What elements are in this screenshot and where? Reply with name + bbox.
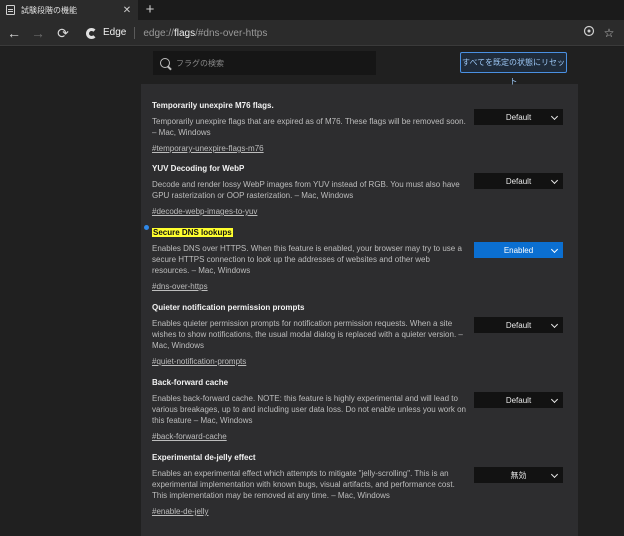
flag-entry: Experimental de-jelly effect Enables an … xyxy=(152,447,572,519)
modified-indicator xyxy=(144,225,149,230)
url-fragment: /#dns-over-https xyxy=(195,27,268,39)
flag-description: Enables DNS over HTTPS. When this featur… xyxy=(152,244,462,275)
flag-anchor-link[interactable]: #dns-over-https xyxy=(152,281,208,292)
flag-title: Experimental de-jelly effect xyxy=(152,453,256,462)
flag-title: Temporarily unexpire M76 flags. xyxy=(152,101,274,110)
chevron-down-icon xyxy=(550,320,559,329)
flag-entry: Temporarily unexpire M76 flags. Temporar… xyxy=(152,95,572,156)
flag-state-value: Default xyxy=(505,176,532,186)
flag-state-select[interactable]: Default xyxy=(474,173,563,189)
new-tab-button[interactable]: + xyxy=(142,1,158,19)
address-bar[interactable]: Edge edge://flags/#dns-over-https xyxy=(80,23,624,43)
flag-entry: Back-forward cache Enables back-forward … xyxy=(152,372,572,444)
reset-all-button[interactable]: すべてを既定の状態にリセット xyxy=(460,52,567,86)
flag-entry-highlighted: Secure DNS lookups Enables DNS over HTTP… xyxy=(152,222,572,294)
search-box[interactable] xyxy=(153,51,376,75)
chevron-down-icon xyxy=(550,112,559,121)
url-host: flags xyxy=(173,27,196,39)
chevron-down-icon xyxy=(550,470,559,479)
flag-state-value: Enabled xyxy=(503,245,534,255)
chevron-down-icon xyxy=(550,245,559,254)
chevron-down-icon xyxy=(550,395,559,404)
flag-state-select[interactable]: Default xyxy=(474,109,563,125)
flag-state-select[interactable]: Enabled xyxy=(474,242,563,258)
chevron-down-icon xyxy=(550,176,559,185)
flag-title: Back-forward cache xyxy=(152,378,229,387)
flags-header: すべてを既定の状態にリセット xyxy=(0,47,624,86)
flag-description: Decode and render lossy WebP images from… xyxy=(152,180,460,200)
flag-anchor-link[interactable]: #back-forward-cache xyxy=(152,431,227,442)
tab-strip: 試験段階の機能 ✕ + xyxy=(0,0,624,20)
edge-logo-icon xyxy=(86,27,97,39)
favorite-star-icon[interactable]: ☆ xyxy=(599,23,619,43)
flag-state-value: Default xyxy=(505,112,532,122)
flag-anchor-link[interactable]: #quiet-notification-prompts xyxy=(152,356,246,367)
tab-close-icon[interactable]: ✕ xyxy=(120,5,134,16)
tab-title: 試験段階の機能 xyxy=(21,5,77,15)
flag-entry: Quieter notification permission prompts … xyxy=(152,297,572,369)
flag-state-value: Default xyxy=(505,320,532,330)
flag-anchor-link[interactable]: #temporary-unexpire-flags-m76 xyxy=(152,143,264,154)
flag-state-value: Default xyxy=(505,395,532,405)
tab-flags[interactable]: 試験段階の機能 ✕ xyxy=(0,0,138,20)
back-button[interactable]: ← xyxy=(4,23,24,43)
reload-button[interactable]: ⟳ xyxy=(53,23,73,43)
forward-button[interactable]: → xyxy=(28,23,48,43)
flag-state-select[interactable]: Default xyxy=(474,392,563,408)
url-scheme: edge:// xyxy=(143,27,174,39)
flag-title: Secure DNS lookups xyxy=(152,228,233,237)
flag-title: YUV Decoding for WebP xyxy=(152,164,245,173)
search-icon xyxy=(160,58,170,68)
flag-anchor-link[interactable]: #decode-webp-images-to-yuv xyxy=(152,206,257,217)
page-icon xyxy=(6,5,15,15)
flag-description: Enables an experimental effect which att… xyxy=(152,469,455,500)
flag-title: Quieter notification permission prompts xyxy=(152,303,305,312)
flag-state-value: 無効 xyxy=(510,470,527,480)
url-text: edge://flags/#dns-over-https xyxy=(143,28,267,39)
site-identity-label: Edge xyxy=(103,27,136,39)
flag-description: Enables quieter permission prompts for n… xyxy=(152,319,463,350)
tracking-prevention-icon[interactable] xyxy=(579,23,599,43)
search-input[interactable] xyxy=(176,58,356,68)
flag-entry: YUV Decoding for WebP Decode and render … xyxy=(152,158,572,219)
flag-anchor-link[interactable]: #enable-de-jelly xyxy=(152,506,208,517)
flag-state-select[interactable]: Default xyxy=(474,317,563,333)
flag-description: Enables back-forward cache. NOTE: this f… xyxy=(152,394,466,425)
flag-state-select[interactable]: 無効 xyxy=(474,467,563,483)
toolbar: ← → ⟳ Edge edge://flags/#dns-over-https … xyxy=(0,20,624,46)
flag-description: Temporarily unexpire flags that are expi… xyxy=(152,117,466,137)
